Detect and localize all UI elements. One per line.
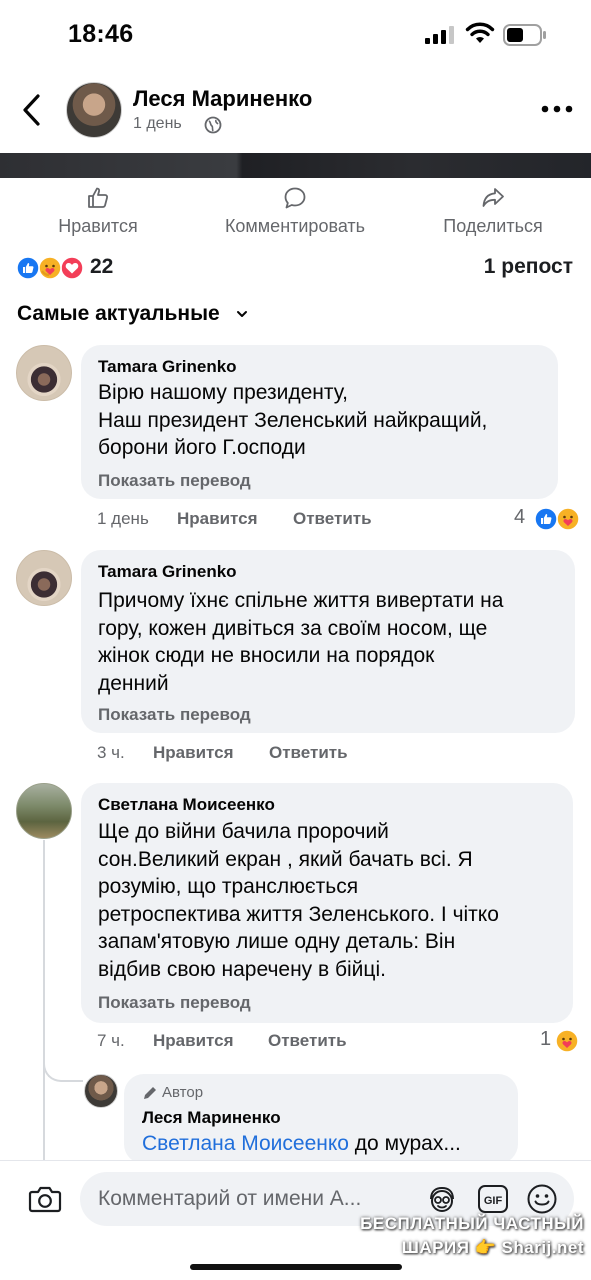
comment-reply-button[interactable]: Ответить	[268, 1031, 347, 1051]
care-reaction-icon	[556, 507, 580, 531]
love-reaction-icon	[60, 256, 84, 280]
commenter-avatar[interactable]	[16, 550, 72, 606]
avatar-sticker-icon[interactable]	[426, 1185, 458, 1215]
comment-meta: 1 день Нравится Ответить	[97, 509, 517, 531]
cellular-signal-icon	[425, 26, 454, 44]
reply-text: Светлана Моисеенко до мурах...	[142, 1132, 461, 1156]
comment-time[interactable]: 3 ч.	[97, 743, 125, 763]
comment-bubble: Tamara Grinenko Вірю нашому президенту, …	[81, 345, 558, 499]
comment-meta: 7 ч. Нравится Ответить	[97, 1031, 517, 1053]
comment-time[interactable]: 1 день	[97, 509, 149, 529]
more-horizontal-icon[interactable]	[540, 102, 574, 116]
status-bar: 18:46	[0, 0, 591, 70]
like-button[interactable]: Нравится	[40, 182, 156, 242]
show-translation-link[interactable]: Показать перевод	[98, 705, 251, 725]
watermark-line-2: ШАРИЯ 👉 Sharij.net	[401, 1238, 584, 1257]
show-translation-link[interactable]: Показать перевод	[98, 993, 251, 1013]
author-badge: Автор	[142, 1084, 203, 1101]
comment-text: Вірю нашому президенту, Наш президент Зе…	[98, 381, 488, 459]
comment-reaction-count: 4	[514, 506, 526, 528]
share-button[interactable]: Поделиться	[428, 182, 558, 242]
watermark-line-1: БЕСПЛАТНЫЙ ЧАСТНЫЙ	[360, 1214, 584, 1233]
post-time[interactable]: 1 день	[133, 115, 182, 133]
watermark: БЕСПЛАТНЫЙ ЧАСТНЫЙ ШАРИЯ 👉 Sharij.net	[352, 1212, 584, 1260]
comment-text: Причому їхнє спільне життя вивертати на …	[98, 589, 504, 695]
post-actions: Нравится Комментировать Поделиться	[0, 182, 591, 242]
comment-reply-button[interactable]: Ответить	[293, 509, 372, 529]
comment-label: Комментировать	[224, 216, 366, 236]
like-reaction-icon	[534, 507, 558, 531]
thumbs-up-icon	[88, 187, 109, 208]
mention-link[interactable]: Светлана Моисеенко	[142, 1132, 349, 1155]
svg-text:GIF: GIF	[484, 1195, 503, 1207]
reaction-count[interactable]: 22	[90, 255, 113, 279]
wifi-icon	[465, 22, 495, 43]
commenter-name[interactable]: Tamara Grinenko	[98, 562, 237, 582]
chevron-left-icon[interactable]	[18, 92, 48, 128]
comment-like-button[interactable]: Нравится	[153, 743, 234, 763]
comment-bubble: Tamara Grinenko Причому їхнє спільне жит…	[81, 550, 575, 733]
care-reaction-icon	[38, 256, 62, 280]
share-arrow-icon	[482, 188, 504, 207]
post-media-image[interactable]	[0, 153, 591, 178]
globe-icon	[204, 116, 222, 134]
comment-reaction-icons	[534, 507, 580, 531]
repost-count[interactable]: 1 репост	[484, 255, 573, 279]
pencil-icon	[144, 1087, 156, 1100]
comment-like-button[interactable]: Нравится	[153, 1031, 234, 1051]
commenter-name[interactable]: Светлана Моисеенко	[98, 795, 275, 815]
author-avatar[interactable]	[66, 82, 122, 138]
comment-text: Ще до війни бачила пророчий сон.Великий …	[98, 820, 499, 981]
reply-avatar[interactable]	[84, 1074, 118, 1108]
camera-icon[interactable]	[28, 1184, 62, 1214]
reaction-icons[interactable]	[16, 256, 86, 280]
comment-bubble: Светлана Моисеенко Ще до війни бачила пр…	[81, 783, 573, 1023]
like-reaction-icon	[16, 256, 40, 280]
commenter-avatar[interactable]	[16, 783, 72, 839]
comment-reactions[interactable]: 1	[540, 1028, 584, 1054]
post-header: Леся Мариненко 1 день	[0, 78, 591, 142]
post-author-name[interactable]: Леся Мариненко	[133, 86, 312, 112]
comment-reaction-count: 1	[540, 1028, 552, 1050]
like-label: Нравится	[58, 216, 138, 236]
reply-bubble: Автор Леся Мариненко Светлана Моисеенко …	[124, 1074, 518, 1164]
chevron-down-icon	[236, 311, 247, 318]
reactions-summary: 22 1 репост	[0, 252, 591, 284]
comment-meta: 3 ч. Нравится Ответить	[97, 743, 517, 765]
author-badge-label: Автор	[162, 1084, 204, 1101]
reply-author-name[interactable]: Леся Мариненко	[142, 1108, 281, 1128]
share-label: Поделиться	[443, 216, 543, 236]
sort-label: Самые актуальные	[17, 302, 220, 326]
commenter-name[interactable]: Tamara Grinenko	[98, 357, 237, 377]
show-translation-link[interactable]: Показать перевод	[98, 471, 251, 491]
emoji-icon[interactable]	[526, 1183, 558, 1215]
battery-icon	[503, 24, 546, 46]
comment-time[interactable]: 7 ч.	[97, 1031, 125, 1051]
comment-sort-dropdown[interactable]: Самые актуальные	[17, 302, 248, 330]
gif-icon[interactable]: GIF	[477, 1183, 509, 1215]
reply-thread-connector	[43, 1058, 83, 1082]
reply-thread-line	[43, 840, 45, 1160]
commenter-avatar[interactable]	[16, 345, 72, 401]
comment-button[interactable]: Комментировать	[206, 182, 384, 242]
comment-reply-button[interactable]: Ответить	[269, 743, 348, 763]
care-reaction-icon	[555, 1029, 579, 1053]
home-indicator[interactable]	[190, 1264, 402, 1270]
status-time: 18:46	[68, 20, 134, 48]
reply-text-body: до мурах...	[348, 1132, 461, 1155]
comment-icon	[284, 187, 306, 209]
comment-like-button[interactable]: Нравится	[177, 509, 258, 529]
comment-reactions[interactable]: 4	[514, 506, 584, 532]
